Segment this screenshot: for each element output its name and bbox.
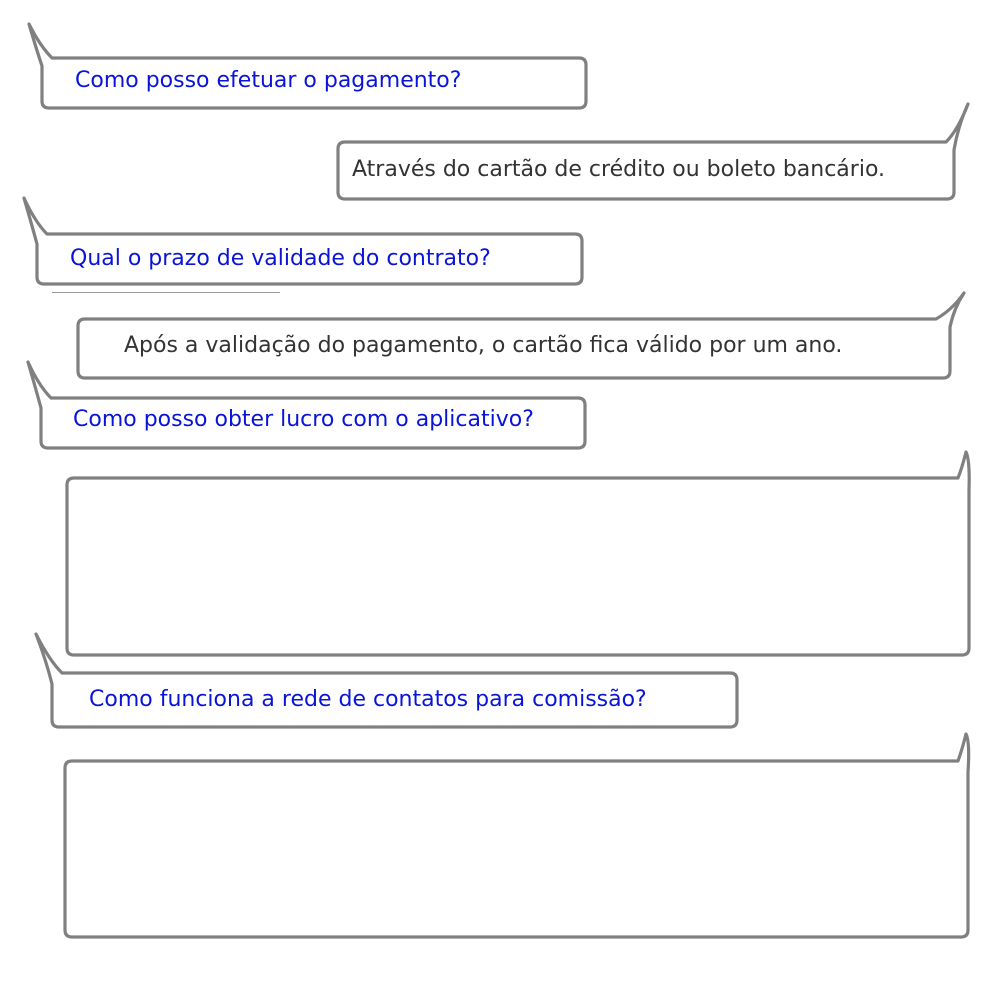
separator-line [52,292,280,293]
chat-canvas [22,22,971,939]
answer-bubble-3 [65,450,971,657]
answer-bubble-4 [63,732,971,939]
question-text-4: Como funciona a rede de contatos para co… [89,687,647,712]
answer-text-2: Após a validação do pagamento, o cartão … [124,333,843,358]
answer-bubble-1 [336,102,970,201]
question-bubble-1 [27,22,588,110]
question-text-3: Como posso obter lucro com o aplicativo? [73,407,534,432]
question-text-2: Qual o prazo de validade do contrato? [70,246,491,271]
question-text-1: Como posso efetuar o pagamento? [75,68,462,93]
answer-text-1: Através do cartão de crédito ou boleto b… [352,157,886,182]
